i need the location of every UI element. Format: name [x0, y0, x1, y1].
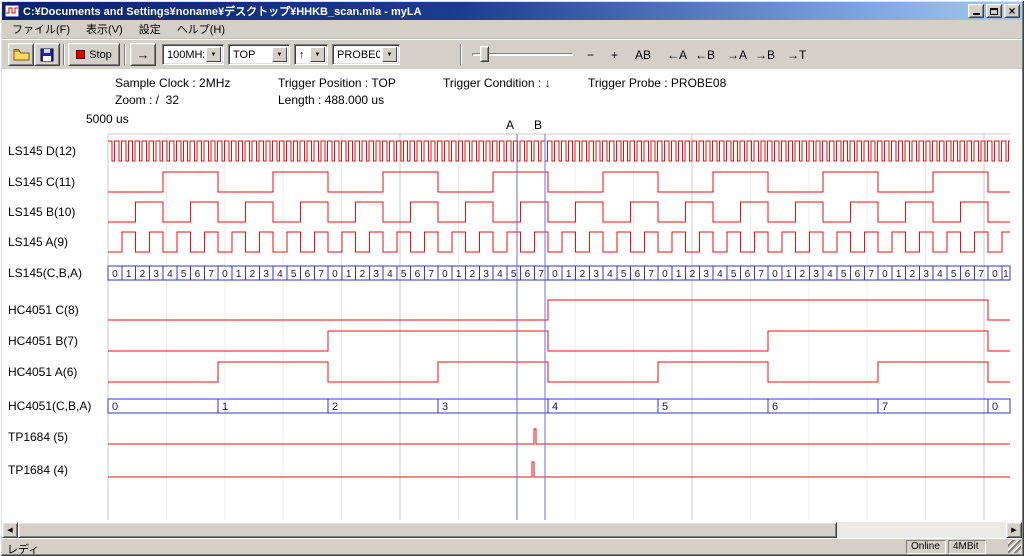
trigger-position-select[interactable]: TOP ▼	[228, 44, 290, 65]
channel-label-ls145-bus[interactable]: LS145(C,B,A)	[8, 266, 107, 281]
channel-label-tp1684-5[interactable]: TP1684 (5)	[8, 430, 107, 445]
toolbar-separator	[460, 44, 462, 65]
open-button[interactable]	[8, 43, 34, 66]
zoom-out-button[interactable]: −	[582, 45, 599, 65]
maximize-button[interactable]	[986, 4, 1002, 18]
channel-label-tp1684-4[interactable]: TP1684 (4)	[8, 463, 107, 478]
goto-trigger-button[interactable]: →T	[782, 45, 811, 65]
channel-label-ls145-b[interactable]: LS145 B(10)	[8, 205, 107, 220]
toolbar-separator	[63, 44, 65, 65]
close-button[interactable]: ×	[1004, 4, 1020, 18]
sample-clock-value: 100MHz	[163, 49, 204, 61]
trigger-edge-value: ↑	[295, 49, 308, 61]
menu-help[interactable]: ヘルプ(H)	[169, 19, 233, 39]
minimize-icon	[973, 13, 980, 15]
toolbar: Stop → 100MHz ▼ TOP ▼ ↑ ▼ PROBE00 ▼ − + …	[2, 39, 1022, 69]
window-title: C:¥Documents and Settings¥noname¥デスクトップ¥…	[23, 3, 964, 19]
probe-select[interactable]: PROBE00 ▼	[332, 44, 400, 65]
status-online: Online	[906, 540, 946, 554]
trigger-position-info: Trigger Position : TOP	[278, 76, 396, 90]
menubar: ファイル(F) 表示(V) 設定 ヘルプ(H)	[2, 20, 1022, 39]
zoom-info: Zoom : / 32	[115, 93, 179, 107]
statusbar: レディ Online 4MBit	[2, 538, 1022, 554]
scroll-right-button[interactable]: ▶	[1006, 522, 1022, 538]
channel-label-hc4051-c[interactable]: HC4051 C(8)	[8, 303, 107, 318]
stop-icon	[76, 50, 85, 59]
minimize-button[interactable]	[968, 4, 984, 18]
zoom-slider[interactable]	[470, 44, 575, 65]
status-message: レディ	[7, 541, 39, 556]
status-memory: 4MBit	[948, 540, 986, 554]
length-info: Length : 488.000 us	[278, 93, 384, 107]
stop-button[interactable]: Stop	[68, 43, 120, 66]
menu-file[interactable]: ファイル(F)	[4, 19, 78, 39]
channel-label-ls145-c[interactable]: LS145 C(11)	[8, 175, 107, 190]
cursor-ab-button[interactable]: AB	[630, 45, 656, 65]
zoom-in-button[interactable]: +	[606, 45, 623, 65]
chevron-down-icon[interactable]: ▼	[206, 47, 221, 62]
next-cursor-a-button[interactable]: →A	[722, 45, 752, 65]
trigger-probe-info: Trigger Probe : PROBE08	[588, 76, 726, 90]
sample-clock-info: Sample Clock : 2MHz	[115, 76, 230, 90]
scroll-thumb[interactable]	[18, 522, 837, 538]
menu-view[interactable]: 表示(V)	[78, 19, 131, 39]
run-button[interactable]: →	[130, 43, 156, 66]
menu-settings[interactable]: 設定	[131, 19, 169, 39]
probe-value: PROBE00	[333, 49, 380, 61]
app-icon	[5, 4, 19, 18]
channel-label-ls145-d[interactable]: LS145 D(12)	[8, 144, 107, 159]
trigger-position-value: TOP	[229, 49, 270, 61]
channel-label-hc4051-bus[interactable]: HC4051(C,B,A)	[8, 399, 107, 414]
trigger-edge-select[interactable]: ↑ ▼	[294, 44, 328, 65]
channel-label-ls145-a[interactable]: LS145 A(9)	[8, 235, 107, 250]
channel-label-hc4051-b[interactable]: HC4051 B(7)	[8, 334, 107, 349]
next-cursor-b-button[interactable]: →B	[750, 45, 780, 65]
open-folder-icon	[13, 48, 30, 61]
floppy-icon	[40, 48, 54, 62]
toolbar-separator	[124, 44, 126, 65]
scroll-left-button[interactable]: ◀	[2, 522, 18, 538]
zoom-slider-thumb[interactable]	[480, 46, 489, 62]
prev-cursor-b-button[interactable]: ←B	[690, 45, 720, 65]
titlebar[interactable]: C:¥Documents and Settings¥noname¥デスクトップ¥…	[2, 2, 1022, 20]
save-button[interactable]	[34, 43, 60, 66]
prev-cursor-a-button[interactable]: ←A	[662, 45, 692, 65]
horizontal-scrollbar[interactable]: ◀ ▶	[2, 522, 1022, 538]
stop-label: Stop	[89, 49, 112, 61]
time-scale-label: 5000 us	[86, 112, 129, 126]
chevron-down-icon[interactable]: ▼	[272, 47, 287, 62]
sample-clock-select[interactable]: 100MHz ▼	[162, 44, 224, 65]
chevron-down-icon[interactable]: ▼	[382, 47, 397, 62]
channel-label-hc4051-a[interactable]: HC4051 A(6)	[8, 365, 107, 380]
maximize-icon	[990, 8, 998, 15]
trigger-condition-info: Trigger Condition : ↓	[443, 76, 551, 90]
chevron-down-icon[interactable]: ▼	[310, 47, 325, 62]
waveform-client	[2, 69, 1022, 522]
resize-grip[interactable]	[1008, 540, 1021, 553]
close-icon: ×	[1008, 6, 1015, 16]
app-window: C:¥Documents and Settings¥noname¥デスクトップ¥…	[0, 0, 1024, 556]
